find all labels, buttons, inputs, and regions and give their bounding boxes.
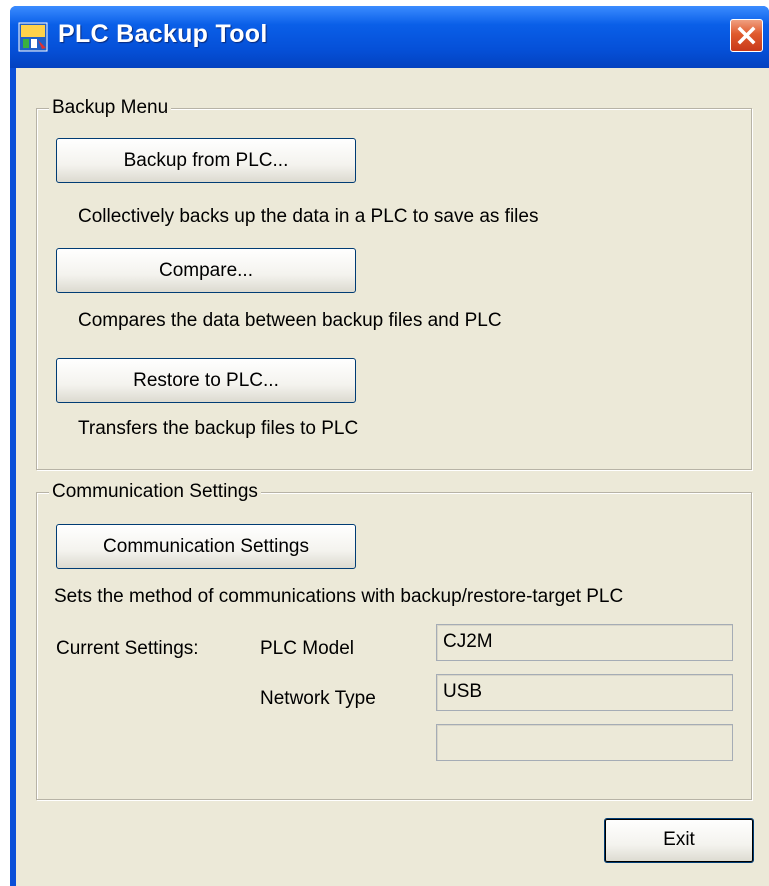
backup-description: Collectively backs up the data in a PLC … xyxy=(78,206,539,227)
backup-from-plc-button[interactable]: Backup from PLC... xyxy=(56,138,356,183)
dialog-body: Backup Menu Backup from PLC... Collectiv… xyxy=(16,68,769,886)
extra-setting-field xyxy=(436,724,733,761)
exit-button[interactable]: Exit xyxy=(604,818,754,863)
communication-settings-legend: Communication Settings xyxy=(49,480,261,504)
title-bar[interactable]: PLC Backup Tool xyxy=(10,6,769,68)
communication-settings-button[interactable]: Communication Settings xyxy=(56,524,356,569)
compare-button[interactable]: Compare... xyxy=(56,248,356,293)
current-settings-label: Current Settings: xyxy=(56,638,199,659)
close-button[interactable] xyxy=(730,19,763,52)
backup-menu-legend: Backup Menu xyxy=(49,96,172,120)
close-icon xyxy=(737,26,756,45)
network-type-label: Network Type xyxy=(260,688,376,709)
plc-model-field: CJ2M xyxy=(436,624,733,661)
restore-to-plc-button[interactable]: Restore to PLC... xyxy=(56,358,356,403)
app-window: PLC Backup Tool Backup Menu Backup from … xyxy=(10,6,769,886)
window-title: PLC Backup Tool xyxy=(58,20,268,48)
plc-model-label: PLC Model xyxy=(260,638,354,659)
compare-description: Compares the data between backup files a… xyxy=(78,310,502,331)
communication-description: Sets the method of communications with b… xyxy=(54,586,624,607)
network-type-field: USB xyxy=(436,674,733,711)
app-icon xyxy=(18,22,48,52)
restore-description: Transfers the backup files to PLC xyxy=(78,418,359,439)
